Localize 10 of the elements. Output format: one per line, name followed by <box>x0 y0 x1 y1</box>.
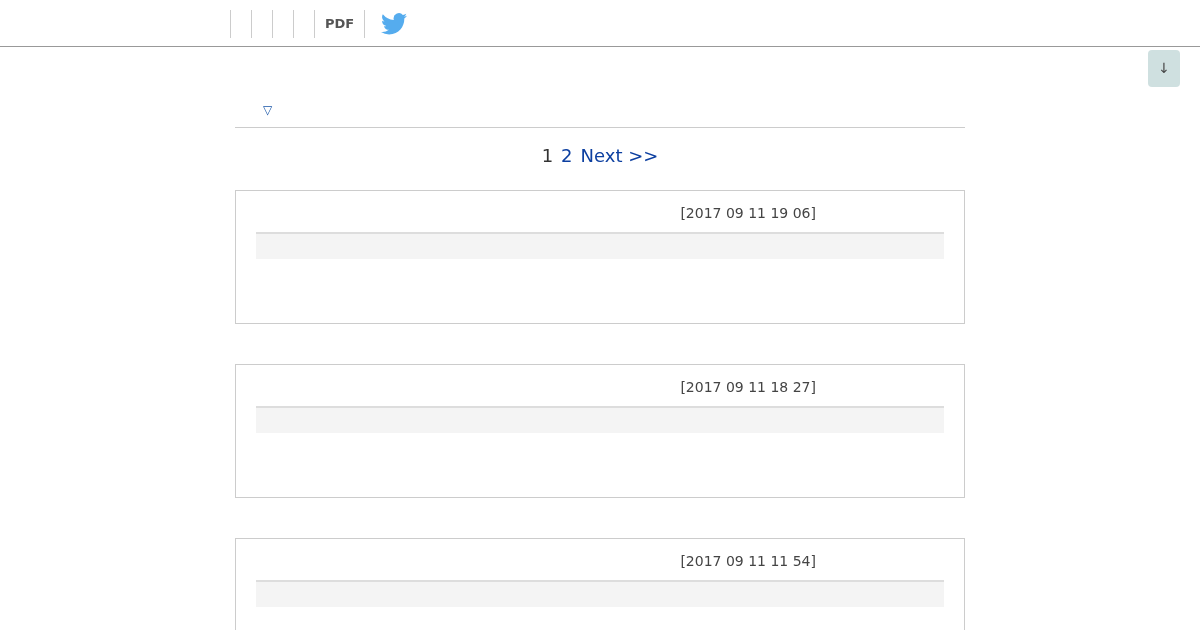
current-page: 1 <box>541 144 554 168</box>
scroll-down-button[interactable]: ↓ <box>1148 50 1180 87</box>
pdf-link[interactable]: PDF <box>325 13 355 34</box>
post-date: [2017 09 11 11 54] <box>680 552 817 571</box>
page-link[interactable]: 2 <box>561 142 573 169</box>
bird-icon[interactable] <box>381 12 408 35</box>
next-page-link[interactable]: Next >> <box>580 142 659 169</box>
post-date: [2017 09 11 18 27] <box>680 378 817 397</box>
filter-toggle[interactable]: ▽ <box>263 101 273 119</box>
post-date: [2017 09 11 19 06] <box>680 204 817 223</box>
